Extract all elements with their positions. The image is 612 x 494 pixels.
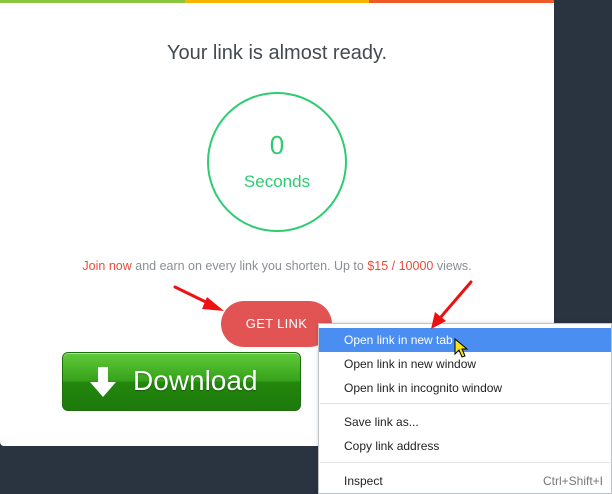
countdown-value: 0 (269, 130, 285, 160)
promo-suffix: views. (433, 259, 472, 273)
menu-separator (320, 462, 610, 463)
countdown-unit: Seconds (243, 172, 311, 191)
menu-item-save-link[interactable]: Save link as... (319, 410, 611, 434)
inspect-shortcut: Ctrl+Shift+I (542, 474, 603, 488)
get-link-button[interactable]: GET LINK (221, 301, 332, 347)
download-label: Download (133, 365, 258, 396)
promo-text: Join now and earn on every link you shor… (0, 259, 554, 273)
menu-item-inspect[interactable]: Inspect Ctrl+Shift+I (319, 469, 611, 493)
color-bar (0, 0, 554, 3)
join-now-link[interactable]: Join now (82, 259, 131, 273)
menu-item-open-incognito[interactable]: Open link in incognito window (319, 376, 611, 400)
menu-separator (320, 403, 610, 404)
page-title: Your link is almost ready. (166, 42, 388, 64)
menu-item-open-new-tab[interactable]: Open link in new tab (319, 328, 611, 352)
promo-middle: and earn on every link you shorten. Up t… (131, 259, 368, 273)
menu-item-copy-link[interactable]: Copy link address (319, 434, 611, 458)
context-menu: Open link in new tab Open link in new wi… (318, 323, 612, 494)
download-button[interactable]: Download (62, 352, 301, 411)
countdown-timer: 0 Seconds (207, 92, 347, 232)
promo-rate: $15 / 10000 (367, 259, 434, 273)
download-arrow-icon (90, 367, 116, 397)
menu-item-open-new-window[interactable]: Open link in new window (319, 352, 611, 376)
